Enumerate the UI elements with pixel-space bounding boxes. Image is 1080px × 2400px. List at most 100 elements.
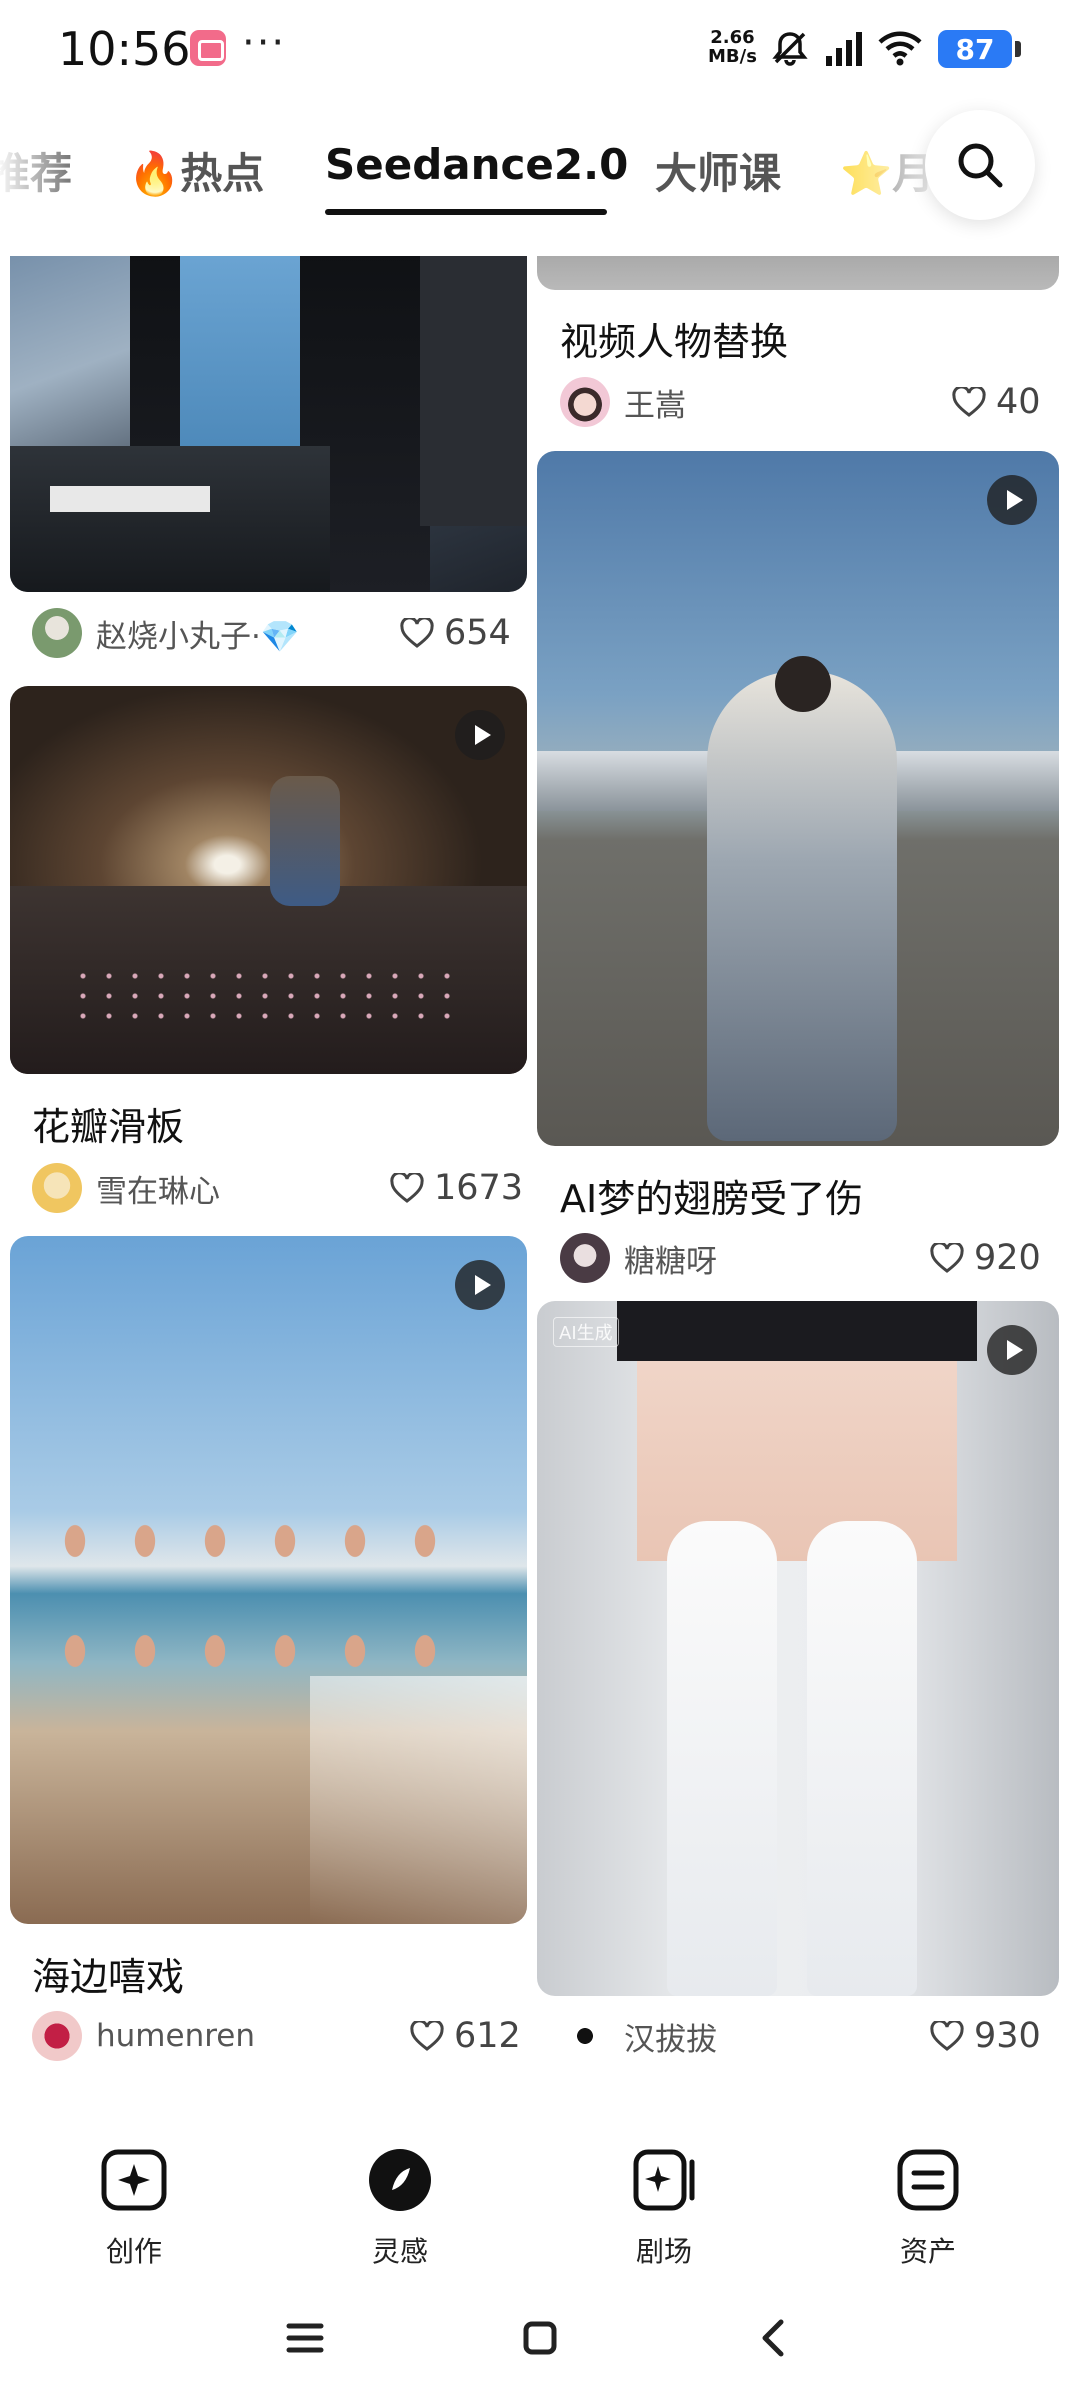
heart-icon [952,387,986,417]
like-number: 930 [974,2016,1041,2056]
wifi-icon [878,31,922,66]
head-shape [775,656,831,712]
bottom-nav: 创作 灵感 剧场 资产 [0,2126,1080,2276]
like-number: 920 [974,1238,1041,1278]
feed-grid: 赵烧小丸子·💎 654 花瓣滑板 雪在琳心 1673 海边嘻戏 humenren [0,256,1080,2126]
figure-shape [707,671,897,1141]
author-row[interactable]: 汉拔拔 [560,2010,717,2062]
system-nav-bar [0,2276,1080,2400]
play-icon [987,1325,1037,1375]
author-name: 汉拔拔 [624,2021,717,2058]
card-thumbnail[interactable] [10,256,527,592]
people-shape [40,1486,480,1686]
net-speed-unit: MB/s [708,46,757,67]
home-icon[interactable] [510,2308,570,2368]
tabs-fade-right [820,110,940,230]
compass-inspiration-icon [369,2149,431,2211]
author-avatar [32,1163,82,1213]
skater-shape [270,776,340,906]
sparkle-create-icon [101,2149,167,2211]
card-title[interactable]: 视频人物替换 [560,311,788,366]
nav-assets[interactable]: 资产 [848,2146,1008,2276]
heart-icon [930,1243,964,1273]
author-row[interactable]: humenren [32,2010,255,2062]
tab-seedance[interactable]: Seedance2.0 [325,140,628,189]
card-thumbnail[interactable] [537,451,1059,1146]
tabs-fade-left [0,110,90,230]
heart-icon [390,1173,424,1203]
author-avatar [560,1233,610,1283]
author-name: 王嵩 [624,387,686,424]
mute-bell-icon [772,32,808,66]
author-name: 糖糖呀 [624,1243,717,1280]
back-icon[interactable] [745,2308,805,2368]
heart-icon [930,2021,964,2051]
search-icon [958,143,1003,188]
like-count[interactable]: 40 [952,376,1041,428]
author-row[interactable]: 赵烧小丸子·💎 [32,607,299,659]
net-speed-value: 2.66 [710,27,755,48]
like-number: 612 [454,2016,521,2056]
desk-shape [10,446,330,592]
chair-shape [420,256,527,526]
author-name: humenren [96,2018,255,2054]
more-dots-icon: ··· [242,20,287,66]
card-title[interactable]: 花瓣滑板 [32,1096,184,1151]
nav-theater[interactable]: 剧场 [584,2146,744,2276]
tab-masterclass[interactable]: 大师课 [655,140,781,201]
nav-theater-label: 剧场 [635,2235,692,2268]
author-row[interactable]: 糖糖呀 [560,1232,717,1284]
card-title[interactable]: AI梦的翅膀受了伤 [560,1168,863,1223]
card-thumbnail[interactable] [537,256,1059,290]
author-name: 赵烧小丸子·💎 [96,618,300,655]
nav-inspiration-label: 灵感 [371,2235,428,2268]
author-avatar [560,2011,610,2061]
nav-assets-label: 资产 [899,2235,956,2268]
search-button[interactable] [925,110,1035,220]
like-number: 40 [996,382,1041,422]
play-icon [987,475,1037,525]
stocking-right-shape [807,1521,917,1996]
status-bar: 10:56 ··· 2.66 MB/s 87 [0,0,1080,100]
menu-icon[interactable] [275,2308,335,2368]
like-count[interactable]: 920 [930,1232,1041,1284]
like-count[interactable]: 930 [930,2010,1041,2062]
nav-create[interactable]: 创作 [54,2146,214,2276]
like-number: 1673 [434,1168,524,1208]
author-row[interactable]: 王嵩 [560,376,686,428]
card-thumbnail[interactable]: AI生成 [537,1301,1059,1996]
tab-hot[interactable]: 🔥热点 [128,140,264,201]
author-name: 雪在琳心 [96,1173,220,1210]
card-thumbnail[interactable] [10,686,527,1074]
author-avatar [560,377,610,427]
status-icons [770,26,922,70]
active-tab-indicator [325,209,607,215]
battery-level: 87 [955,32,995,66]
ai-generated-tag: AI生成 [553,1317,619,1347]
card-thumbnail[interactable] [10,1236,527,1924]
like-count[interactable]: 654 [400,607,511,659]
stocking-left-shape [667,1521,777,1996]
network-speed: 2.66 MB/s [708,28,757,66]
paper-shape [50,486,210,512]
author-row[interactable]: 雪在琳心 [32,1162,220,1214]
status-time: 10:56 [58,22,191,76]
skirt-shape [617,1301,977,1361]
like-count[interactable]: 1673 [390,1162,523,1214]
like-count[interactable]: 612 [410,2010,521,2062]
assets-icon [897,2149,959,2211]
nav-create-label: 创作 [105,2235,162,2268]
theater-icon [633,2149,695,2211]
author-avatar [32,2011,82,2061]
signal-icon [826,32,862,66]
author-avatar [32,608,82,658]
heart-icon [400,618,434,648]
category-tabs: 推荐 🔥热点 Seedance2.0 大师课 ⭐月 [0,110,1080,230]
app-notification-icon [190,30,226,66]
play-icon [455,710,505,760]
heart-icon [410,2021,444,2051]
nav-inspiration[interactable]: 灵感 [320,2146,480,2276]
card-title[interactable]: 海边嘻戏 [32,1946,184,2001]
wave-shape [310,1676,527,1924]
petals-shape [70,966,470,1026]
